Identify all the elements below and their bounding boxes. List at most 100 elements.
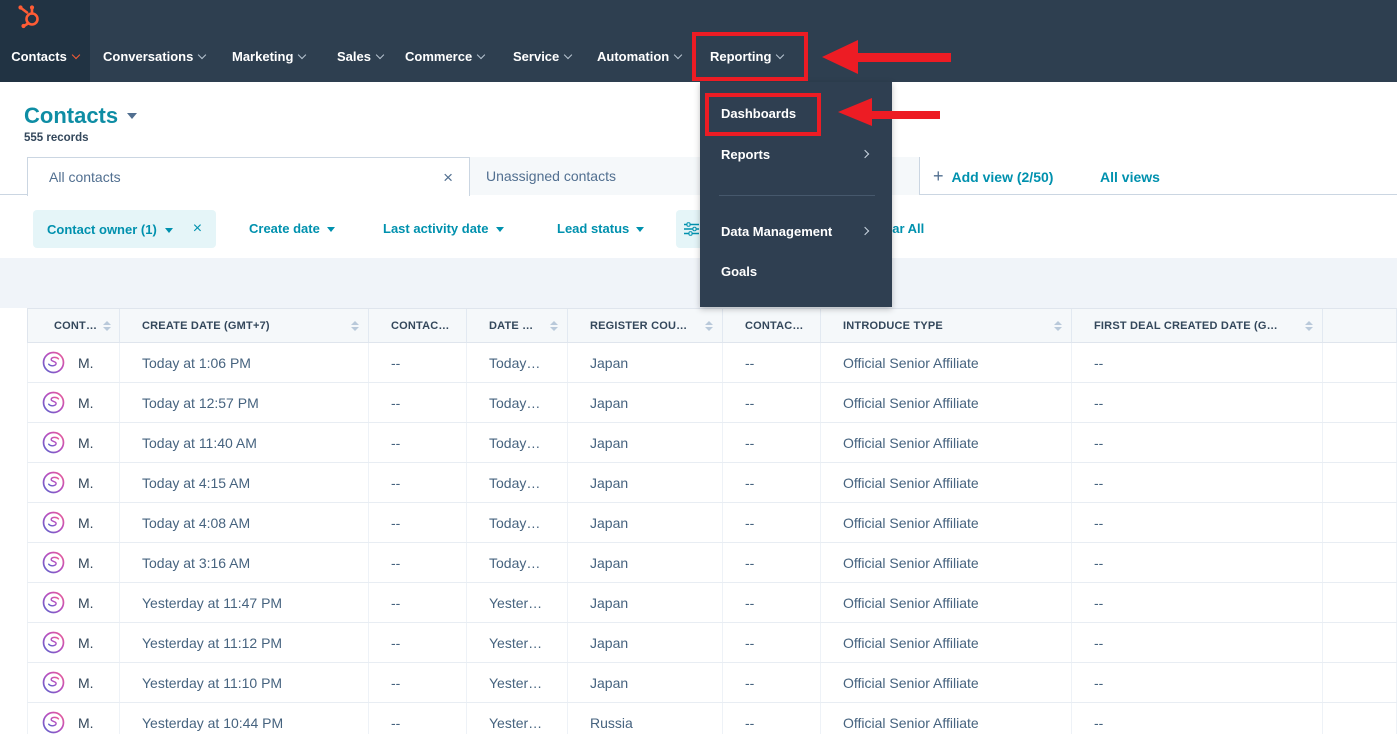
cell-empty <box>1323 423 1397 462</box>
table-row[interactable]: M.Today at 12:57 PM--Today…Japan--Offici… <box>27 383 1397 423</box>
cell-first-deal-date: -- <box>1072 343 1323 382</box>
column-label: CONTAC… <box>745 320 804 332</box>
sort-icon <box>1048 321 1062 331</box>
cell-first-deal-date: -- <box>1072 463 1323 502</box>
cell-contact-name[interactable]: M. <box>28 703 120 734</box>
hubspot-logo-icon[interactable] <box>16 3 42 29</box>
contact-avatar <box>42 351 65 374</box>
menu-item-goals[interactable]: Goals <box>700 251 892 291</box>
filter-label: Contact owner (1) <box>47 222 157 237</box>
cell-contact: -- <box>723 383 821 422</box>
table-row[interactable]: M.Yesterday at 10:44 PM--Yester…Russia--… <box>27 703 1397 734</box>
cell-contact-name[interactable]: M. <box>28 543 120 582</box>
table-row[interactable]: M.Today at 4:15 AM--Today…Japan--Officia… <box>27 463 1397 503</box>
menu-item-reports[interactable]: Reports <box>700 134 892 174</box>
cell-register-country: Japan <box>568 543 723 582</box>
contact-avatar <box>42 631 65 654</box>
cell-first-deal-date: -- <box>1072 503 1323 542</box>
cell-contact: -- <box>723 423 821 462</box>
cell-contact-name[interactable]: M. <box>28 503 120 542</box>
contact-avatar <box>42 431 65 454</box>
filter-create-date[interactable]: Create date <box>249 221 335 236</box>
nav-item-contacts[interactable]: Contacts <box>0 30 90 82</box>
table-row[interactable]: M.Today at 4:08 AM--Today…Japan--Officia… <box>27 503 1397 543</box>
column-header[interactable]: CONTAC… <box>369 309 467 342</box>
chevron-down-icon <box>298 50 306 58</box>
remove-filter-icon[interactable]: × <box>193 221 202 237</box>
table-row[interactable]: M.Today at 1:06 PM--Today…Japan--Officia… <box>27 343 1397 383</box>
table-row[interactable]: M.Yesterday at 11:47 PM--Yester…Japan--O… <box>27 583 1397 623</box>
cell-create-date: Yesterday at 11:47 PM <box>120 583 369 622</box>
column-header[interactable]: CONT… <box>28 309 120 342</box>
sort-icon <box>1299 321 1313 331</box>
cell-contact: -- <box>723 463 821 502</box>
annotation-arrow-shaft <box>870 111 940 119</box>
hubspot-contacts-page: ContactsConversationsMarketingSalesComme… <box>0 0 1397 734</box>
table-row[interactable]: M.Yesterday at 11:10 PM--Yester…Japan--O… <box>27 663 1397 703</box>
table-row[interactable]: M.Today at 11:40 AM--Today…Japan--Offici… <box>27 423 1397 463</box>
nav-item-conversations[interactable]: Conversations <box>103 30 205 82</box>
table-body: M.Today at 1:06 PM--Today…Japan--Officia… <box>27 343 1397 734</box>
cell-contact-name[interactable]: M. <box>28 583 120 622</box>
menu-item-label: Data Management <box>721 224 832 239</box>
filter-lead-status[interactable]: Lead status <box>557 221 644 236</box>
cell-register-country: Japan <box>568 583 723 622</box>
filter-contact-owner[interactable]: Contact owner (1) × <box>33 210 216 248</box>
cell-date: Today… <box>467 383 568 422</box>
cell-create-date: Today at 4:08 AM <box>120 503 369 542</box>
cell-first-deal-date: -- <box>1072 663 1323 702</box>
cell-register-country: Japan <box>568 383 723 422</box>
column-header[interactable]: CONTAC… <box>723 309 821 342</box>
cell-first-deal-date: -- <box>1072 583 1323 622</box>
cell-contact-name[interactable]: M. <box>28 663 120 702</box>
filter-label: Last activity date <box>383 221 489 236</box>
nav-item-automation[interactable]: Automation <box>597 30 681 82</box>
table-row[interactable]: M.Yesterday at 11:12 PM--Yester…Japan--O… <box>27 623 1397 663</box>
chevron-right-icon <box>861 227 869 235</box>
menu-item-label: Reports <box>721 147 770 162</box>
filter-label: Create date <box>249 221 320 236</box>
cell-contact-name[interactable]: M. <box>28 383 120 422</box>
cell-contact: -- <box>723 543 821 582</box>
column-label: CONT… <box>54 320 97 332</box>
sliders-icon <box>684 222 699 236</box>
tab-all-contacts[interactable]: All contacts × <box>27 157 470 196</box>
close-icon[interactable]: × <box>443 169 453 186</box>
cell-contact-name[interactable]: M. <box>28 423 120 462</box>
nav-item-marketing[interactable]: Marketing <box>232 30 305 82</box>
cell-date: Yester… <box>467 703 568 734</box>
menu-item-data-management[interactable]: Data Management <box>700 211 892 251</box>
chevron-down-icon <box>376 50 384 58</box>
column-header[interactable]: REGISTER COU… <box>568 309 723 342</box>
cell-contact-name[interactable]: M. <box>28 343 120 382</box>
contact-name: M. <box>78 675 94 691</box>
cell-create-date: Today at 4:15 AM <box>120 463 369 502</box>
contact-name: M. <box>78 595 94 611</box>
cell-contact-name[interactable]: M. <box>28 623 120 662</box>
cell-register-country: Japan <box>568 343 723 382</box>
column-header[interactable]: CREATE DATE (GMT+7) <box>120 309 369 342</box>
table-row[interactable]: M.Today at 3:16 AM--Today…Japan--Officia… <box>27 543 1397 583</box>
contact-name: M. <box>78 435 94 451</box>
column-header[interactable]: DATE … <box>467 309 568 342</box>
cell-register-country: Japan <box>568 623 723 662</box>
column-header[interactable]: INTRODUCE TYPE <box>821 309 1072 342</box>
tab-label: All contacts <box>49 169 121 185</box>
all-views-link[interactable]: All views <box>1100 169 1160 185</box>
chevron-down-icon <box>564 50 572 58</box>
contact-name: M. <box>78 475 94 491</box>
contact-name: M. <box>78 395 94 411</box>
caret-down-icon <box>496 227 504 232</box>
nav-item-service[interactable]: Service <box>513 30 571 82</box>
cell-date: Today… <box>467 503 568 542</box>
column-header[interactable]: FIRST DEAL CREATED DATE (G… <box>1072 309 1323 342</box>
add-view-button[interactable]: + Add view (2/50) <box>933 166 1053 187</box>
contact-name: M. <box>78 555 94 571</box>
filter-last-activity-date[interactable]: Last activity date <box>383 221 504 236</box>
cell-contact: -- <box>369 623 467 662</box>
page-title-dropdown[interactable]: Contacts <box>24 103 137 129</box>
caret-down-icon <box>636 227 644 232</box>
nav-item-commerce[interactable]: Commerce <box>405 30 484 82</box>
nav-item-sales[interactable]: Sales <box>337 30 383 82</box>
cell-contact-name[interactable]: M. <box>28 463 120 502</box>
